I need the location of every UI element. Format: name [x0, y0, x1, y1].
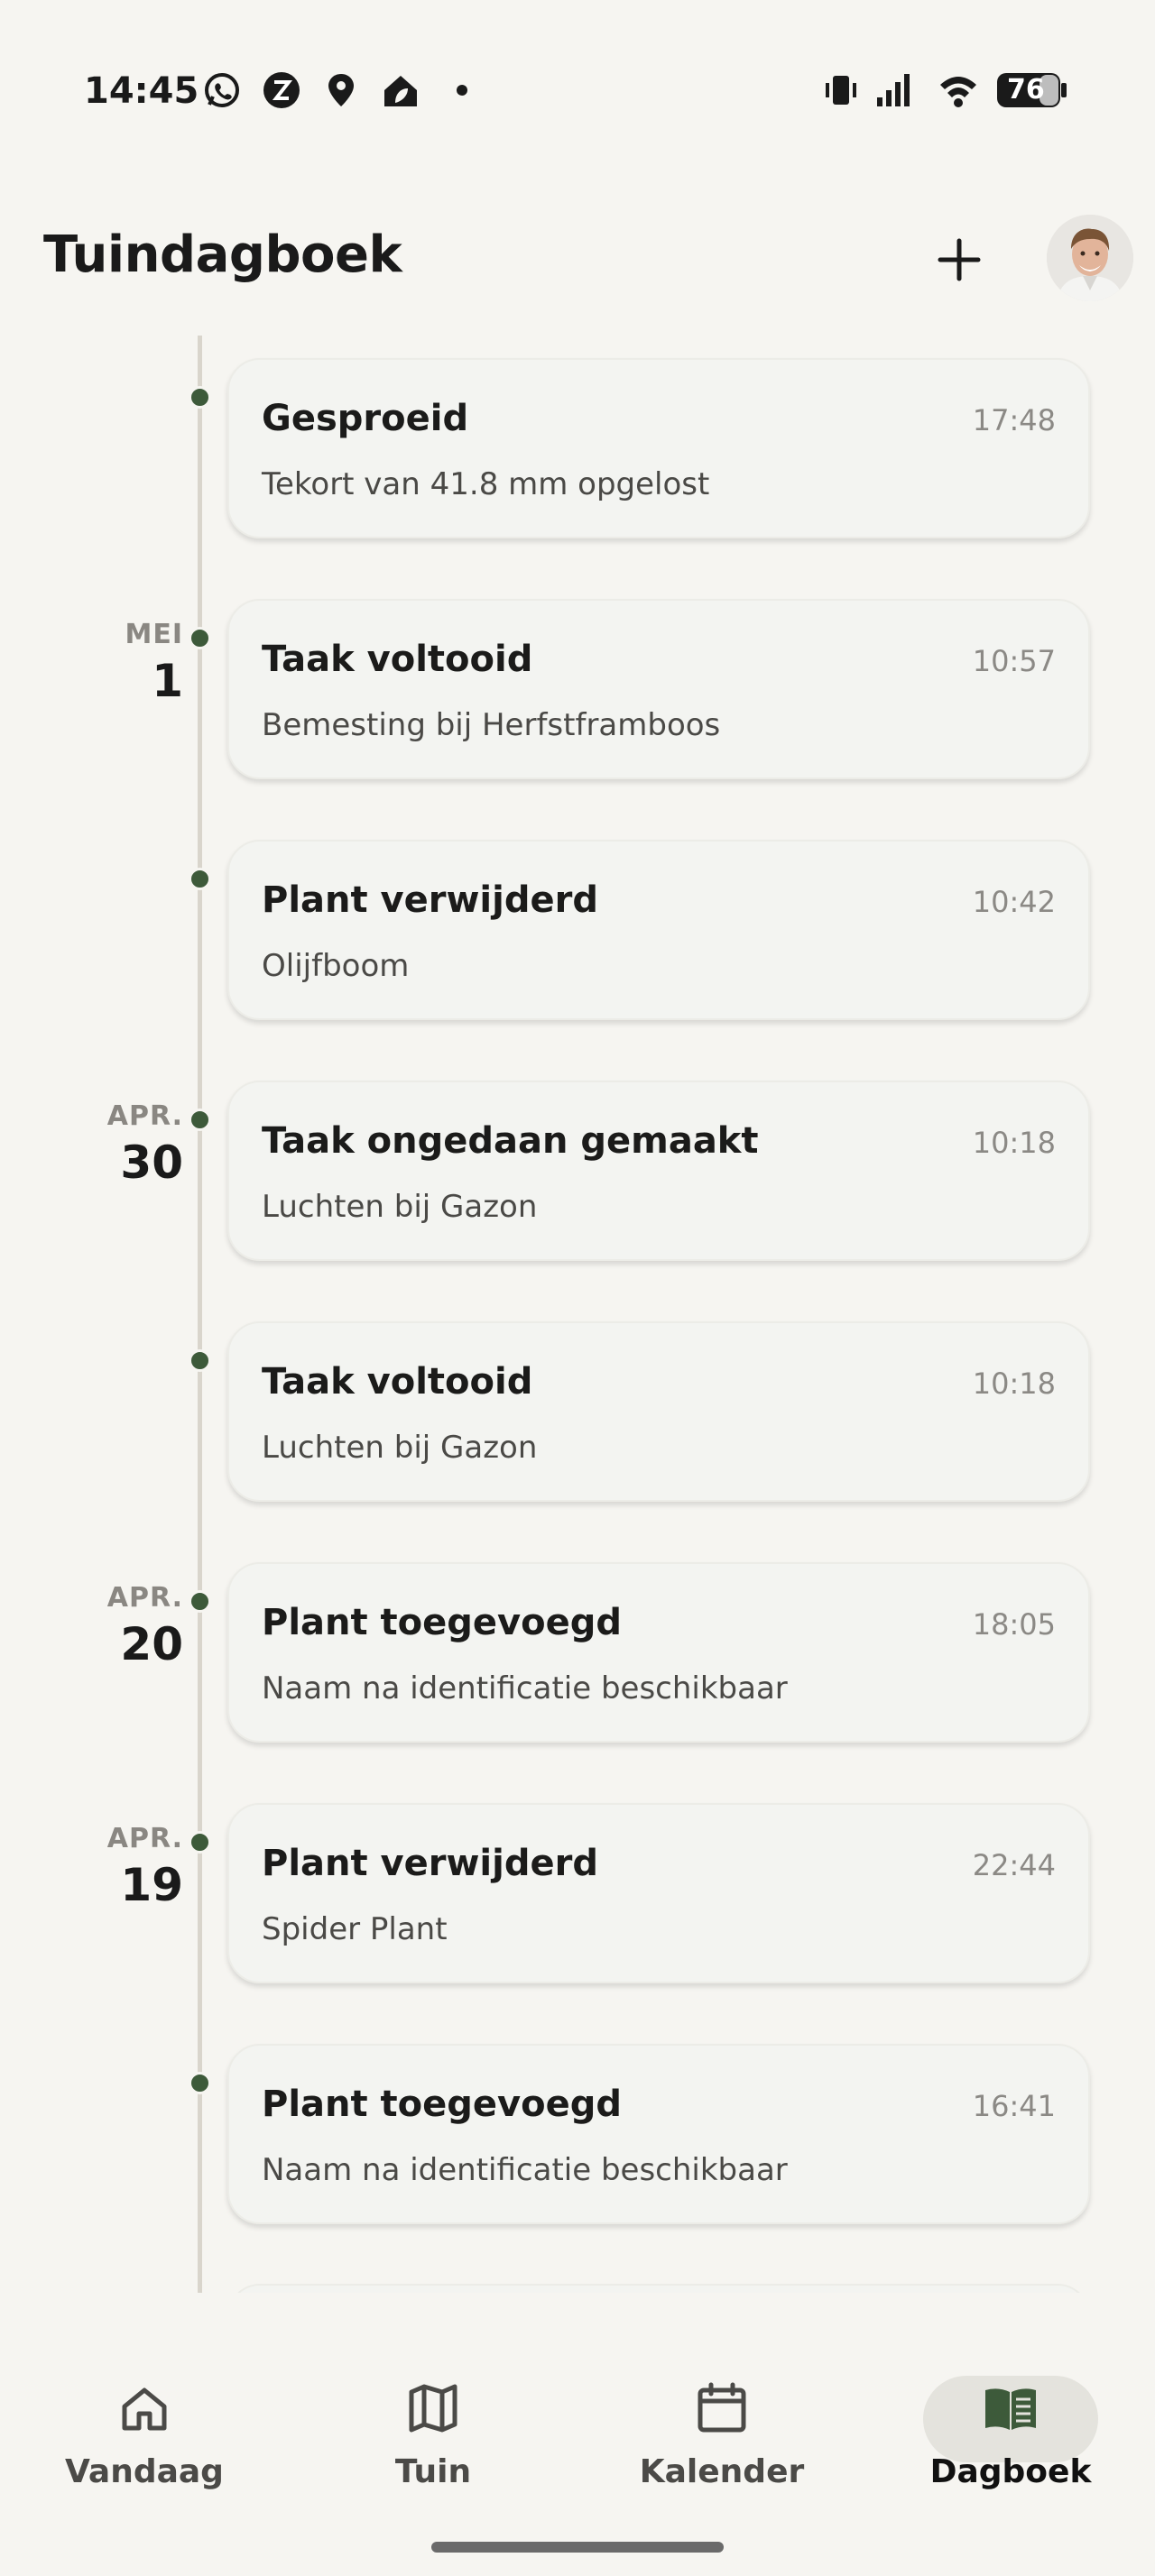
journal-entry: Plant toegevoegd 16:41 Naam na identificat… — [0, 2044, 1155, 2224]
entry-subtitle: Naam na identificatie beschikbaar — [262, 2152, 788, 2188]
battery-indicator: 76 — [996, 72, 1068, 108]
plus-icon — [938, 238, 981, 281]
journal-card[interactable]: Plant toegevoegd 16:41 Naam na identificat… — [227, 2044, 1090, 2224]
nav-vandaag[interactable]: Vandaag — [0, 2338, 289, 2518]
entry-subtitle: Olijfboom — [262, 948, 410, 984]
entry-time: 16:41 — [972, 2089, 1056, 2123]
journal-card[interactable]: Taak voltooid 10:57 Bemesting bij Herfstfr… — [227, 599, 1090, 779]
timeline-dot — [189, 1109, 211, 1131]
bottom-navigation: Vandaag Tuin Kalender Dagboek — [0, 2293, 1155, 2576]
user-avatar — [1047, 215, 1133, 301]
timeline-dot — [189, 1590, 211, 1613]
entry-title: Taak voltooid — [262, 1361, 533, 1403]
nav-label: Tuin — [394, 2453, 472, 2490]
nav-kalender[interactable]: Kalender — [578, 2338, 866, 2518]
journal-entry: APR. 19 Plant verwijderd 22:44 Spider Plant — [0, 1803, 1155, 1983]
entry-date-month: APR. — [106, 1100, 183, 1132]
whatsapp-icon — [205, 73, 239, 107]
entry-title: Plant verwijderd — [262, 1843, 598, 1884]
add-entry-button[interactable] — [929, 230, 989, 290]
journal-card[interactable]: Plant verwijderd 22:44 Spider Plant — [227, 1803, 1090, 1983]
timeline-dot — [189, 627, 211, 649]
nav-dagboek[interactable]: Dagboek — [866, 2338, 1155, 2518]
journal-card[interactable]: Gesproeid 17:48 Tekort van 41.8 mm opgelos… — [227, 358, 1090, 538]
journal-entry: APR. 30 Taak ongedaan gemaakt 10:18 Luchten … — [0, 1081, 1155, 1261]
home-icon — [122, 2387, 167, 2431]
entry-subtitle: Tekort van 41.8 mm opgelost — [262, 466, 710, 502]
wifi-icon — [940, 77, 976, 107]
nav-label: Dagboek — [929, 2453, 1092, 2490]
home-app-icon — [384, 76, 417, 106]
entry-title: Taak ongedaan gemaakt — [262, 1120, 759, 1162]
nav-label: Vandaag — [65, 2453, 224, 2490]
entry-date-day: 1 — [152, 655, 183, 707]
page-title: Tuindagboek — [43, 225, 402, 284]
entry-date-day: 19 — [120, 1859, 183, 1911]
journal-card[interactable]: Plant toegevoegd 18:05 Naam na identificat… — [227, 1562, 1090, 1743]
journal-card[interactable]: Taak voltooid 10:18 Luchten bij Gazon — [227, 1321, 1090, 1502]
entry-title: Gesproeid — [262, 398, 469, 439]
entry-date-month: MEI — [125, 619, 183, 650]
journal-entry: MEI 1 Taak voltooid 10:57 Bemesting bij Herf… — [0, 599, 1155, 779]
entry-title: Plant verwijderd — [262, 879, 598, 921]
journal-card[interactable]: Taak ongedaan gemaakt 10:18 Luchten bij Ga… — [227, 1081, 1090, 1261]
book-icon — [985, 2388, 1036, 2430]
journal-card[interactable]: Plant verwijderd 10:42 Olijfboom — [227, 840, 1090, 1020]
entry-subtitle: Naam na identificatie beschikbaar — [262, 1670, 788, 1707]
entry-title: Taak voltooid — [262, 639, 533, 680]
nav-label: Kalender — [639, 2453, 805, 2490]
entry-date-month: APR. — [106, 1823, 183, 1854]
entry-subtitle: Bemesting bij Herfstframboos — [262, 707, 721, 743]
signal-icon — [877, 74, 910, 106]
entry-date-day: 30 — [120, 1136, 183, 1189]
entry-title: Plant toegevoegd — [262, 2084, 622, 2125]
entry-subtitle: Spider Plant — [262, 1911, 448, 1947]
entry-date-day: 20 — [120, 1618, 183, 1670]
journal-entry: Taak voltooid 10:18 Luchten bij Gazon — [0, 1321, 1155, 1502]
location-pin-icon — [328, 74, 354, 106]
nav-tuin[interactable]: Tuin — [289, 2338, 578, 2518]
vibrate-icon — [826, 76, 856, 105]
entry-time: 10:42 — [972, 885, 1056, 919]
timeline-dot — [189, 386, 211, 409]
notification-dot-icon — [457, 85, 467, 96]
entry-subtitle: Luchten bij Gazon — [262, 1430, 538, 1466]
entry-subtitle: Luchten bij Gazon — [262, 1189, 538, 1225]
timeline-dot — [189, 2072, 211, 2094]
entry-time: 18:05 — [972, 1607, 1056, 1642]
journal-entry: Gesproeid 17:48 Tekort van 41.8 mm opgelos… — [0, 358, 1155, 538]
map-icon — [409, 2384, 457, 2433]
entry-title: Plant toegevoegd — [262, 1602, 622, 1643]
status-time: 14:45 — [84, 70, 199, 112]
avatar[interactable] — [1047, 215, 1133, 301]
home-indicator[interactable] — [431, 2542, 724, 2553]
status-bar: 14:45 76 — [0, 0, 1155, 180]
entry-time: 10:18 — [972, 1366, 1056, 1401]
battery-level: 76 — [1007, 74, 1045, 106]
zeta-app-icon — [263, 72, 300, 108]
journal-entry: Plant verwijderd 10:42 Olijfboom — [0, 840, 1155, 1020]
entry-time: 17:48 — [972, 403, 1056, 437]
timeline-dot — [189, 1831, 211, 1854]
timeline-dot — [189, 1349, 211, 1372]
entry-date-month: APR. — [106, 1582, 183, 1614]
calendar-icon — [698, 2382, 746, 2433]
journal-entry: APR. 20 Plant toegevoegd 18:05 Naam na ident… — [0, 1562, 1155, 1743]
timeline-dot — [189, 868, 211, 890]
entry-time: 22:44 — [972, 1848, 1056, 1882]
entry-time: 10:18 — [972, 1126, 1056, 1160]
entry-time: 10:57 — [972, 644, 1056, 678]
